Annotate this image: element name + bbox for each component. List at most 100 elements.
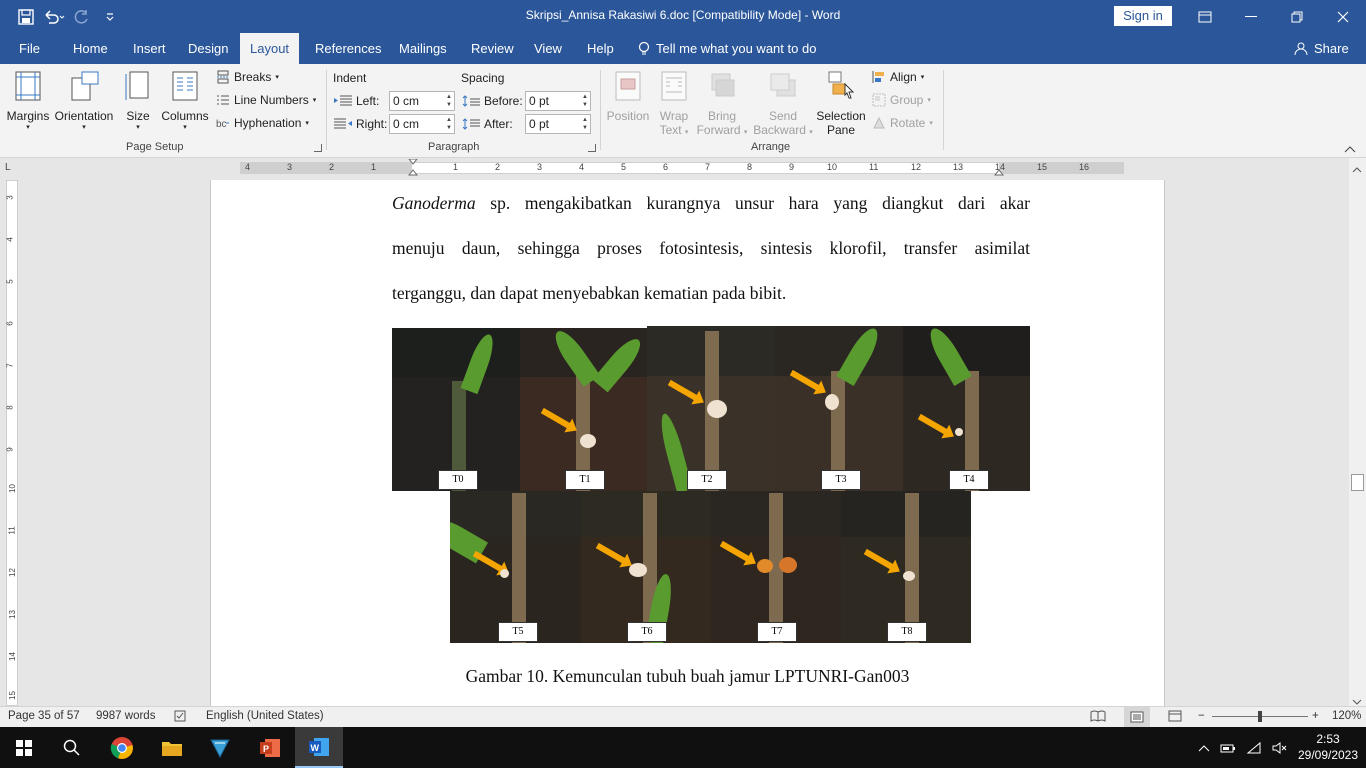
document-page[interactable]: Ganoderma sp. mengakibatkan kurangnya un… — [210, 180, 1165, 706]
vertical-scrollbar[interactable] — [1349, 158, 1366, 706]
zoom-in-icon[interactable]: + — [1312, 710, 1319, 722]
rotate-icon — [873, 116, 885, 129]
rotate-label: Rotate — [890, 116, 926, 130]
spinner-arrows-icon[interactable]: ▲ ▼ — [446, 116, 452, 132]
word-icon[interactable]: W — [295, 727, 343, 768]
page-setup-launcher-icon[interactable] — [314, 144, 322, 152]
spacing-after-value: 0 pt — [529, 117, 550, 131]
search-icon[interactable] — [48, 727, 96, 768]
tab-home[interactable]: Home — [63, 33, 118, 64]
ribbon-display-options-icon[interactable] — [1182, 0, 1228, 33]
clock-date: 29/09/2023 — [1297, 748, 1359, 762]
horizontal-ruler[interactable]: 4 3 2 1 1 2 3 4 5 6 7 8 9 10 11 12 13 14… — [240, 159, 1124, 177]
plant-photo-t7[interactable]: T7 — [711, 491, 841, 643]
margins-icon — [15, 71, 41, 101]
file-explorer-icon[interactable] — [148, 727, 196, 768]
group-divider — [943, 70, 944, 150]
proofing-icon[interactable] — [174, 710, 188, 725]
windows-start-icon[interactable] — [0, 727, 48, 768]
share-button[interactable]: Share — [1294, 33, 1349, 64]
spinner-arrows-icon[interactable]: ▲ ▼ — [582, 116, 588, 132]
spacing-after-input[interactable]: 0 pt ▲ ▼ — [525, 114, 591, 134]
plant-photo-t8[interactable]: T8 — [841, 491, 971, 643]
print-layout-icon[interactable] — [1124, 707, 1150, 727]
plant-photo-t4[interactable]: T4 — [903, 326, 1030, 491]
plant-photo-t1[interactable]: T1 — [520, 328, 647, 491]
plant-photo-t5[interactable]: T5 — [450, 491, 581, 643]
show-hidden-icons-icon[interactable] — [1198, 744, 1210, 752]
columns-icon — [172, 71, 198, 101]
zoom-slider-thumb[interactable] — [1258, 711, 1262, 722]
plant-photo-t6[interactable]: T6 — [581, 491, 711, 643]
bring-forward-button[interactable]: Bring Forward ▾ — [696, 70, 748, 137]
app-icon[interactable] — [196, 727, 244, 768]
collapse-ribbon-icon[interactable] — [1344, 142, 1356, 156]
tab-review[interactable]: Review — [461, 33, 524, 64]
volume-muted-icon[interactable] — [1272, 741, 1288, 755]
system-clock[interactable]: 2:53 29/09/2023 — [1296, 731, 1360, 763]
wrap-text-button[interactable]: Wrap Text ▾ — [654, 70, 694, 137]
tab-mailings[interactable]: Mailings — [389, 33, 457, 64]
tell-me-search[interactable]: Tell me what you want to do — [638, 33, 816, 64]
plant-photo-t3[interactable]: T3 — [775, 326, 903, 491]
spacing-before-icon — [462, 95, 480, 107]
scroll-up-icon[interactable] — [1352, 162, 1362, 176]
photo-label: T1 — [565, 470, 605, 490]
vertical-ruler[interactable]: 3 4 5 6 7 8 9 10 11 12 13 14 15 — [6, 180, 18, 706]
indent-left-input[interactable]: 0 cm ▲ ▼ — [389, 91, 455, 111]
plant-photo-t0[interactable]: T0 — [392, 328, 520, 491]
indent-marker-icon[interactable] — [408, 159, 418, 179]
position-button[interactable]: Position — [604, 70, 652, 123]
spinner-arrows-icon[interactable]: ▲ ▼ — [446, 93, 452, 109]
spinner-arrows-icon[interactable]: ▲ ▼ — [582, 93, 588, 109]
columns-button[interactable]: Columns ▾ — [160, 70, 210, 131]
powerpoint-icon[interactable]: P — [246, 727, 294, 768]
tab-references[interactable]: References — [305, 33, 391, 64]
language-status[interactable]: English (United States) — [206, 710, 324, 722]
selection-pane-button[interactable]: Selection Pane — [814, 70, 868, 137]
spacing-before-input[interactable]: 0 pt ▲ ▼ — [525, 91, 591, 111]
margins-button[interactable]: Margins ▾ — [6, 70, 50, 131]
orientation-button[interactable]: Orientation ▾ — [54, 70, 114, 131]
breaks-button[interactable]: Breaks ▾ — [216, 70, 279, 84]
tab-layout[interactable]: Layout — [240, 33, 300, 64]
sign-in-button[interactable]: Sign in — [1114, 6, 1172, 26]
margins-label: Margins — [6, 109, 50, 123]
zoom-out-icon[interactable]: − — [1198, 710, 1205, 722]
tab-insert[interactable]: Insert — [123, 33, 176, 64]
document-area[interactable]: Ganoderma sp. mengakibatkan kurangnya un… — [20, 180, 1348, 706]
align-button[interactable]: Align ▾ — [872, 70, 924, 84]
zoom-level[interactable]: 120% — [1332, 710, 1361, 722]
close-icon[interactable] — [1320, 0, 1366, 33]
right-indent-marker-icon[interactable] — [994, 167, 1004, 177]
group-divider — [600, 70, 601, 150]
plant-photo-t2[interactable]: T2 — [647, 326, 775, 491]
line-numbers-button[interactable]: Line Numbers ▾ — [216, 93, 316, 107]
paragraph-launcher-icon[interactable] — [588, 144, 596, 152]
size-button[interactable]: Size ▾ — [122, 70, 154, 131]
wifi-icon[interactable] — [1246, 741, 1262, 755]
scrollbar-thumb[interactable] — [1351, 474, 1364, 491]
rotate-button[interactable]: Rotate ▾ — [872, 116, 933, 130]
read-mode-icon[interactable] — [1090, 710, 1106, 725]
send-backward-button[interactable]: Send Backward ▾ — [752, 70, 814, 137]
indent-right-input[interactable]: 0 cm ▲ ▼ — [389, 114, 455, 134]
tab-design[interactable]: Design — [178, 33, 238, 64]
tab-view[interactable]: View — [524, 33, 572, 64]
breaks-icon — [217, 70, 229, 84]
battery-icon[interactable] — [1220, 742, 1236, 754]
minimize-icon[interactable] — [1228, 0, 1274, 33]
tab-selector-icon[interactable]: L — [5, 162, 17, 174]
hyphenation-button[interactable]: bc Hyphenation ▾ — [216, 116, 309, 130]
restore-icon[interactable] — [1274, 0, 1320, 33]
orientation-icon — [71, 71, 99, 101]
hyphenation-icon: bc — [216, 119, 229, 130]
tab-help[interactable]: Help — [577, 33, 624, 64]
word-count[interactable]: 9987 words — [96, 710, 155, 722]
tab-file[interactable]: File — [9, 33, 50, 64]
web-layout-icon[interactable] — [1168, 710, 1182, 725]
page-count[interactable]: Page 35 of 57 — [8, 710, 80, 722]
group-button[interactable]: Group ▾ — [872, 93, 931, 107]
chrome-icon[interactable] — [98, 727, 146, 768]
spacing-after-icon — [462, 118, 480, 130]
